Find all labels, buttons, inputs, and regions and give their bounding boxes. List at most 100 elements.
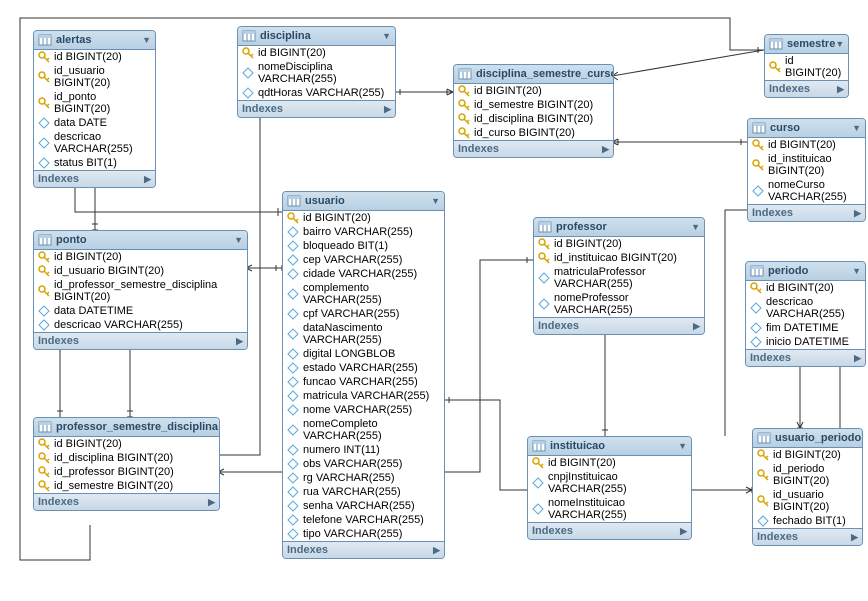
- table-header[interactable]: disciplina▼: [238, 27, 395, 46]
- table-header[interactable]: curso▼: [748, 119, 865, 138]
- expand-icon[interactable]: ▶: [851, 532, 858, 543]
- table-professor_semestre_disciplina[interactable]: professor_semestre_disciplina▼id BIGINT(…: [33, 417, 220, 511]
- table-header[interactable]: instituicao▼: [528, 437, 691, 456]
- table-usuario[interactable]: usuario▼id BIGINT(20)bairro VARCHAR(255)…: [282, 191, 445, 559]
- table-header[interactable]: usuario_periodo▼: [753, 429, 862, 448]
- indexes-bar[interactable]: Indexes▶: [34, 170, 155, 187]
- column: nomeDisciplina VARCHAR(255): [238, 60, 395, 86]
- table-header[interactable]: semestre▼: [765, 35, 848, 54]
- collapse-icon[interactable]: ▼: [142, 35, 151, 45]
- indexes-bar[interactable]: Indexes ▶: [746, 349, 865, 366]
- expand-icon[interactable]: ▶: [384, 104, 391, 115]
- table-usuario_periodo[interactable]: usuario_periodo▼id BIGINT(20)id_periodo …: [752, 428, 863, 546]
- column: id_usuario BIGINT(20): [34, 264, 247, 278]
- column-text: id_usuario BIGINT(20): [773, 489, 858, 513]
- key-icon: [38, 438, 50, 450]
- table-header[interactable]: professor▼: [534, 218, 704, 237]
- key-icon: [287, 212, 299, 224]
- collapse-icon[interactable]: ▼: [431, 196, 440, 206]
- column: dataNascimento VARCHAR(255): [283, 321, 444, 347]
- table-curso[interactable]: curso▼id BIGINT(20)id_instituicao BIGINT…: [747, 118, 866, 222]
- indexes-bar[interactable]: Indexes▶: [753, 528, 862, 545]
- indexes-bar[interactable]: Indexes▶: [283, 541, 444, 558]
- collapse-icon[interactable]: ▼: [835, 39, 844, 49]
- collapse-icon[interactable]: ▼: [852, 266, 861, 276]
- column-text: fim DATETIME: [766, 322, 839, 334]
- indexes-label: Indexes: [750, 352, 791, 364]
- column-text: complemento VARCHAR(255): [303, 282, 440, 306]
- table-header[interactable]: alertas▼: [34, 31, 155, 50]
- table-icon: [38, 233, 52, 247]
- indexes-bar[interactable]: Indexes ▶: [34, 332, 247, 349]
- expand-icon[interactable]: ▶: [236, 336, 243, 347]
- indexes-bar[interactable]: Indexes▶: [765, 80, 848, 97]
- table-icon: [750, 264, 764, 278]
- indexes-bar[interactable]: Indexes▶: [528, 522, 691, 539]
- column-text: nome VARCHAR(255): [303, 404, 412, 416]
- column: digital LONGBLOB: [283, 347, 444, 361]
- key-icon: [38, 51, 50, 63]
- table-alertas[interactable]: alertas▼id BIGINT(20)id_usuario BIGINT(2…: [33, 30, 156, 188]
- key-icon: [752, 139, 764, 151]
- column-text: matricula VARCHAR(255): [303, 390, 429, 402]
- collapse-icon[interactable]: ▼: [218, 422, 220, 432]
- indexes-bar[interactable]: Indexes▶: [454, 140, 613, 157]
- diamond-icon: [287, 444, 299, 456]
- column: cep VARCHAR(255): [283, 253, 444, 267]
- collapse-icon[interactable]: ▼: [861, 433, 863, 443]
- collapse-icon[interactable]: ▼: [382, 31, 391, 41]
- column: id_instituicao BIGINT(20): [748, 152, 865, 178]
- expand-icon[interactable]: ▶: [208, 497, 215, 508]
- column: fim DATETIME: [746, 321, 865, 335]
- table-ponto[interactable]: ponto▼id BIGINT(20)id_usuario BIGINT(20)…: [33, 230, 248, 350]
- table-professor[interactable]: professor▼id BIGINT(20)id_instituicao BI…: [533, 217, 705, 335]
- expand-icon[interactable]: ▶: [433, 545, 440, 556]
- collapse-icon[interactable]: ▼: [234, 235, 243, 245]
- table-disciplina[interactable]: disciplina▼id BIGINT(20)nomeDisciplina V…: [237, 26, 396, 118]
- diamond-icon: [287, 500, 299, 512]
- expand-icon[interactable]: ▶: [602, 144, 609, 155]
- expand-icon[interactable]: ▶: [693, 321, 700, 332]
- indexes-label: Indexes: [38, 496, 79, 508]
- column: bloqueado BIT(1): [283, 239, 444, 253]
- column-text: id BIGINT(20): [554, 238, 622, 250]
- table-periodo[interactable]: periodo▼id BIGINT(20)descricao VARCHAR(2…: [745, 261, 866, 367]
- column-text: id_semestre BIGINT(20): [474, 99, 593, 111]
- expand-icon[interactable]: ▶: [854, 353, 861, 364]
- table-columns: id BIGINT(20)descricao VARCHAR(255)fim D…: [746, 281, 865, 349]
- table-semestre[interactable]: semestre▼id BIGINT(20)Indexes▶: [764, 34, 849, 98]
- table-header[interactable]: ponto ▼: [34, 231, 247, 250]
- diamond-icon: [287, 328, 299, 340]
- column-text: descricao VARCHAR(255): [766, 296, 861, 320]
- table-header[interactable]: professor_semestre_disciplina▼: [34, 418, 219, 437]
- collapse-icon[interactable]: ▼: [852, 123, 861, 133]
- indexes-label: Indexes: [38, 335, 79, 347]
- column-text: id_professor BIGINT(20): [54, 466, 174, 478]
- expand-icon[interactable]: ▶: [837, 84, 844, 95]
- collapse-icon[interactable]: ▼: [691, 222, 700, 232]
- table-icon: [38, 33, 52, 47]
- table-icon: [752, 121, 766, 135]
- table-title: usuario_periodo: [775, 432, 861, 444]
- indexes-bar[interactable]: Indexes ▶: [34, 493, 219, 510]
- expand-icon[interactable]: ▶: [854, 208, 861, 219]
- column: matriculaProfessor VARCHAR(255): [534, 265, 704, 291]
- table-header[interactable]: periodo▼: [746, 262, 865, 281]
- table-title: ponto: [56, 234, 87, 246]
- indexes-bar[interactable]: Indexes▶: [238, 100, 395, 117]
- diamond-icon: [287, 308, 299, 320]
- key-icon: [538, 238, 550, 250]
- collapse-icon[interactable]: ▼: [678, 441, 687, 451]
- table-disciplina_semestre_curso[interactable]: disciplina_semestre_curso▼id BIGINT(20)i…: [453, 64, 614, 158]
- indexes-bar[interactable]: Indexes▶: [748, 204, 865, 221]
- key-icon: [38, 285, 50, 297]
- table-columns: id BIGINT(20)id_periodo BIGINT(20)id_usu…: [753, 448, 862, 528]
- expand-icon[interactable]: ▶: [144, 174, 151, 185]
- table-instituicao[interactable]: instituicao▼id BIGINT(20)cnpjInstituicao…: [527, 436, 692, 540]
- table-header[interactable]: usuario▼: [283, 192, 444, 211]
- indexes-bar[interactable]: Indexes▶: [534, 317, 704, 334]
- table-header[interactable]: disciplina_semestre_curso▼: [454, 65, 613, 84]
- expand-icon[interactable]: ▶: [680, 526, 687, 537]
- table-columns: id BIGINT(20)nomeDisciplina VARCHAR(255)…: [238, 46, 395, 100]
- column: nomeInstituicao VARCHAR(255): [528, 496, 691, 522]
